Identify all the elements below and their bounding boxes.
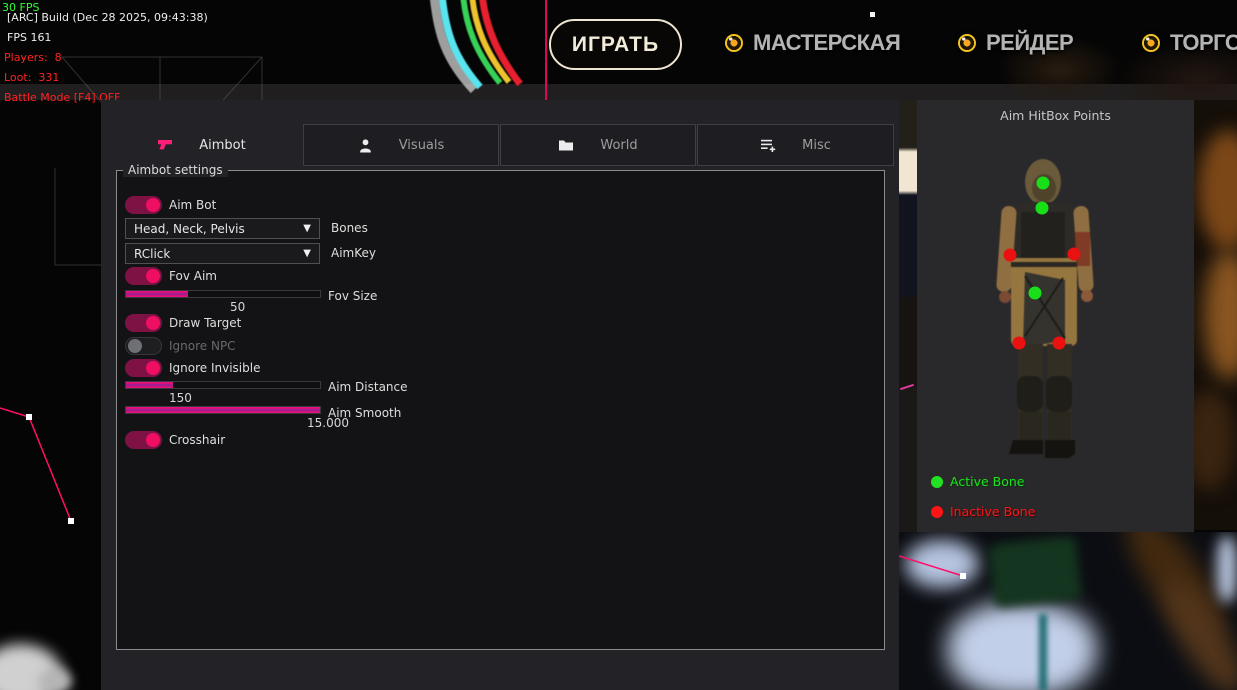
background-scene-bottom-right xyxy=(899,532,1237,690)
folder-icon xyxy=(558,139,574,152)
draw-target-label: Draw Target xyxy=(169,314,241,332)
crosshair-label: Crosshair xyxy=(169,431,225,449)
hud-fps: FPS 161 xyxy=(7,31,51,44)
menu-item-label: МАСТЕРСКАЯ xyxy=(753,30,900,56)
legend-inactive-bone: Inactive Bone xyxy=(931,504,1035,519)
chevron-down-icon: ▼ xyxy=(303,223,311,234)
hitbox-point-left-arm xyxy=(1004,249,1017,262)
group-title: Aimbot settings xyxy=(123,163,228,177)
person-icon xyxy=(358,138,373,153)
aimkey-dropdown[interactable]: RClick ▼ xyxy=(125,243,320,264)
hud-players: Players: 8 xyxy=(4,51,62,64)
hitbox-point-left-thigh xyxy=(1013,337,1026,350)
tab-misc[interactable]: Misc xyxy=(697,124,894,166)
aim-distance-label: Aim Distance xyxy=(328,378,408,396)
ignore-invisible-toggle[interactable] xyxy=(125,359,162,377)
menu-item-raider[interactable]: РЕЙДЕР xyxy=(958,26,1073,60)
active-bone-dot-icon xyxy=(931,476,943,488)
hitbox-panel: Aim HitBox Points xyxy=(917,100,1194,532)
fov-size-slider[interactable] xyxy=(125,290,321,298)
tab-label: Aimbot xyxy=(199,138,245,153)
tab-visuals[interactable]: Visuals xyxy=(303,124,499,166)
background-gap-strip xyxy=(899,100,917,532)
ignore-npc-label: Ignore NPC xyxy=(169,337,236,355)
aimbot-settings-group: Aimbot settings Aim Bot Head, Neck, Pelv… xyxy=(116,170,885,650)
menu-item-label: ТОРГО xyxy=(1170,30,1237,56)
coin-icon xyxy=(1142,34,1160,52)
fov-size-value: 50 xyxy=(230,300,245,314)
character-model xyxy=(917,100,1194,532)
aim-smooth-slider[interactable] xyxy=(125,406,321,414)
tab-aimbot[interactable]: Aimbot xyxy=(101,124,302,166)
inactive-bone-dot-icon xyxy=(931,506,943,518)
bones-value: Head, Neck, Pelvis xyxy=(134,222,245,236)
aim-bot-toggle[interactable] xyxy=(125,196,162,214)
menu-item-label: РЕЙДЕР xyxy=(986,30,1073,56)
aim-bot-label: Aim Bot xyxy=(169,196,216,214)
esp-skeleton-left xyxy=(0,395,100,535)
esp-tracer-line-top xyxy=(545,0,547,100)
hitbox-point-neck xyxy=(1036,202,1049,215)
ignore-invisible-label: Ignore Invisible xyxy=(169,359,260,377)
hitbox-point-head xyxy=(1037,177,1050,190)
fov-aim-label: Fov Aim xyxy=(169,267,217,285)
hitbox-point-right-arm xyxy=(1068,248,1081,261)
esp-dot-top xyxy=(870,12,875,17)
legend-label: Inactive Bone xyxy=(950,504,1035,519)
tab-label: Misc xyxy=(802,138,831,153)
coin-icon xyxy=(725,34,743,52)
hitbox-point-pelvis xyxy=(1029,287,1042,300)
background-light-blob-small xyxy=(38,668,72,690)
game-screen: 30 FPS [ARC] Build (Dec 28 2025, 09:43:3… xyxy=(0,0,1237,690)
menu-item-workshop[interactable]: МАСТЕРСКАЯ xyxy=(725,26,900,60)
tab-label: Visuals xyxy=(399,138,445,153)
tab-label: World xyxy=(600,138,637,153)
fov-aim-toggle[interactable] xyxy=(125,267,162,285)
play-button-label: ИГРАТЬ xyxy=(572,33,659,57)
pistol-icon xyxy=(157,139,173,152)
hud-build-info: [ARC] Build (Dec 28 2025, 09:43:38) xyxy=(7,11,208,24)
menu-item-trader[interactable]: ТОРГО xyxy=(1142,26,1237,60)
draw-target-toggle[interactable] xyxy=(125,314,162,332)
aim-distance-slider[interactable] xyxy=(125,381,321,389)
tab-world[interactable]: World xyxy=(500,124,696,166)
rainbow-graffiti xyxy=(420,0,560,100)
chevron-down-icon: ▼ xyxy=(303,248,311,259)
fov-size-label: Fov Size xyxy=(328,287,377,305)
background-rust-wall xyxy=(1194,100,1237,530)
coin-icon xyxy=(958,34,976,52)
aim-distance-value: 150 xyxy=(169,391,192,405)
bones-dropdown[interactable]: Head, Neck, Pelvis ▼ xyxy=(125,218,320,239)
play-button[interactable]: ИГРАТЬ xyxy=(549,19,682,70)
aimkey-label: AimKey xyxy=(331,244,376,262)
aimkey-value: RClick xyxy=(134,247,170,261)
legend-label: Active Bone xyxy=(950,474,1024,489)
bones-label: Bones xyxy=(331,219,368,237)
cheat-menu-panel: Aimbot Visuals World Misc xyxy=(101,100,899,690)
crosshair-toggle[interactable] xyxy=(125,431,162,449)
ignore-npc-toggle[interactable] xyxy=(125,337,162,355)
legend-active-bone: Active Bone xyxy=(931,474,1024,489)
playlist-add-icon xyxy=(760,138,776,153)
aim-smooth-value: 15.000 xyxy=(307,416,349,430)
hitbox-point-right-thigh xyxy=(1053,337,1066,350)
hud-loot: Loot: 331 xyxy=(4,71,59,84)
